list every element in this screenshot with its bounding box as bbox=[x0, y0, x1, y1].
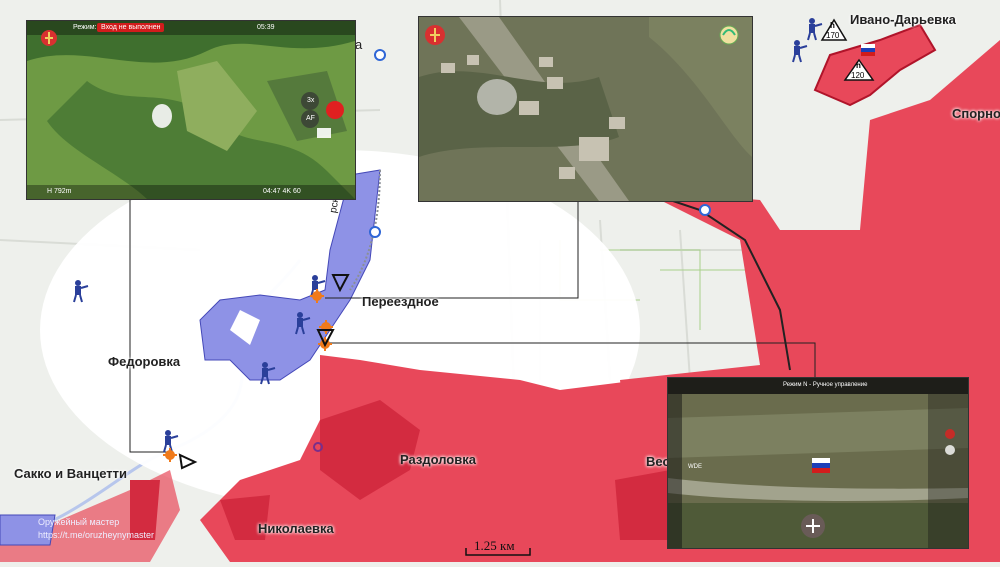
station-marker bbox=[699, 204, 711, 216]
drone-feed-right: Режим N - Ручное управление WDE bbox=[667, 377, 969, 549]
smoke-cloud bbox=[477, 79, 517, 115]
unit-emblem-icon bbox=[801, 514, 825, 538]
place-sakko: Сакко и Ванцетти bbox=[14, 466, 128, 481]
place-nikolaevka: Николаевка bbox=[258, 521, 334, 536]
zoom-3x-button[interactable]: 3x bbox=[307, 97, 314, 104]
place-sporno: Спорно bbox=[952, 106, 1000, 121]
elevation-h-170: h bbox=[830, 21, 835, 30]
drone-altitude: H 792m bbox=[47, 188, 72, 195]
station-marker bbox=[374, 49, 386, 61]
unit-emblem-icon bbox=[41, 30, 57, 46]
drone-feed-left: Режим: С Вход не выполнен 05:39 3x AF H … bbox=[26, 20, 356, 200]
place-razdolovka: Раздоловка bbox=[400, 452, 476, 467]
smoke-cloud bbox=[152, 104, 172, 128]
drone-feed-center-image bbox=[419, 17, 752, 201]
map-stage: Ивано-Дарьевка Спорно Переездное Федоров… bbox=[0, 0, 1000, 562]
unit-emblem-icon bbox=[425, 25, 445, 45]
af-button[interactable]: AF bbox=[306, 115, 315, 122]
login-status-badge[interactable]: Вход не выполнен bbox=[97, 23, 165, 32]
drone-right-mode: Режим N - Ручное управление bbox=[783, 382, 868, 388]
soldier-icon bbox=[792, 40, 808, 63]
place-ivano-daryevka: Ивано-Дарьевка bbox=[850, 12, 956, 27]
drone-feed-left-image bbox=[27, 21, 355, 199]
drone-feed-right-image bbox=[668, 378, 968, 548]
place-fragment: а bbox=[355, 37, 363, 52]
soldier-icon bbox=[807, 18, 823, 41]
station-marker bbox=[369, 226, 381, 238]
watermark-title: Оружейный мастер bbox=[38, 517, 120, 527]
elevation-h-120: h bbox=[856, 61, 861, 70]
drone-footer-info: 04:47 4K 60 bbox=[263, 188, 301, 195]
drone-time: 05:39 bbox=[257, 24, 275, 31]
drone-right-mode-short: WDE bbox=[688, 464, 702, 470]
elevation-value-120: 120 bbox=[851, 71, 865, 80]
place-fedorovka: Федоровка bbox=[108, 354, 181, 369]
elevation-value-170: 170 bbox=[826, 31, 840, 40]
scale-bar-label: 1.25 км bbox=[474, 538, 515, 553]
russian-flag-icon bbox=[861, 44, 875, 56]
place-pereezdnoe: Переездное bbox=[362, 294, 439, 309]
airborne-emblem-icon bbox=[719, 25, 739, 45]
russian-flag-icon bbox=[812, 458, 830, 473]
drone-feed-center bbox=[418, 16, 753, 202]
watermark-url[interactable]: https://t.me/oruzheynymaster bbox=[38, 530, 154, 540]
